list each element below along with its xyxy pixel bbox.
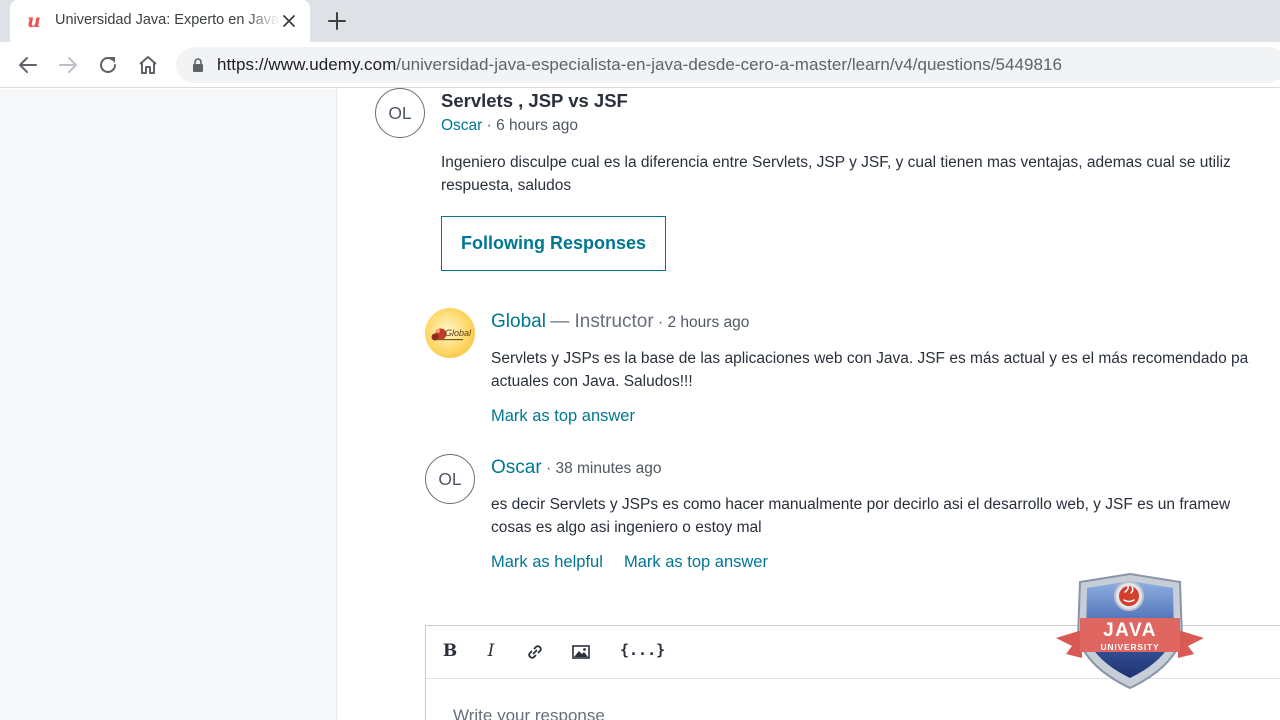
question-body-line: respuesta, saludos [441,177,572,194]
question-body: Ingeniero disculpe cual es la diferencia… [441,151,1231,197]
global-logo-text: Global [445,328,472,338]
forward-arrow-icon[interactable] [56,53,80,77]
image-icon[interactable] [571,641,591,663]
response-author-avatar[interactable]: OL [425,454,475,504]
mark-as-top-answer-link[interactable]: Mark as top answer [491,407,635,426]
url-host: https://www.udemy.com [217,55,397,74]
question-author-avatar[interactable]: OL [375,88,425,138]
italic-icon[interactable]: I [484,641,498,663]
question-time: · 6 hours ago [486,117,578,134]
mark-as-helpful-link[interactable]: Mark as helpful [491,553,603,572]
udemy-favicon-icon: u [27,10,41,32]
new-tab-icon[interactable] [326,10,348,32]
browser-toolbar: https://www.udemy.com/universidad-java-e… [0,42,1280,88]
url-path: /universidad-java-especialista-en-java-d… [396,55,1063,74]
response-time: · 38 minutes ago [546,460,662,477]
response-body-line: actuales con Java. Saludos!!! [491,373,693,390]
back-arrow-icon[interactable] [16,53,40,77]
close-tab-icon[interactable] [280,12,298,30]
global-logo-avatar[interactable]: Global [425,308,475,358]
question-title: Servlets , JSP vs JSF [441,90,628,111]
bold-icon[interactable]: B [441,641,459,663]
response-1-meta: Global — Instructor · 2 hours ago [491,311,749,333]
response-1-body: Servlets y JSPs es la base de las aplica… [491,347,1248,393]
response-body-line: Servlets y JSPs es la base de las aplica… [491,350,1249,367]
question-meta: Oscar · 6 hours ago [441,117,578,135]
link-icon[interactable] [525,641,545,663]
response-time: · 2 hours ago [658,314,750,331]
response-body-line: cosas es algo asi ingeniero o estoy mal [491,519,762,536]
lock-icon[interactable] [191,58,205,72]
response-author-link[interactable]: Oscar [491,457,542,478]
response-body-line: es decir Servlets y JSPs es como hacer m… [491,496,1231,513]
response-input[interactable]: Write your response [453,706,605,720]
mark-as-top-answer-link[interactable]: Mark as top answer [624,553,768,572]
browser-tab[interactable]: u Universidad Java: Experto en Java [10,0,310,42]
java-university-watermark-logo: JAVA UNIVERSITY [1056,572,1204,690]
url-text: https://www.udemy.com/universidad-java-e… [217,55,1062,75]
response-2-meta: Oscar · 38 minutes ago [491,457,661,479]
code-block-icon[interactable]: {...} [620,641,665,663]
tab-title: Universidad Java: Experto en Java [55,12,280,28]
watermark-subtitle: UNIVERSITY [1100,642,1159,652]
left-sidebar [0,89,337,720]
response-2-body: es decir Servlets y JSPs es como hacer m… [491,493,1230,539]
browser-tab-strip: u Universidad Java: Experto en Java [0,0,1280,42]
global-logo-icon: Global [431,328,472,341]
instructor-role: — Instructor [550,311,654,332]
question-author-link[interactable]: Oscar [441,117,482,134]
watermark-title: JAVA [1103,620,1157,641]
home-icon[interactable] [136,53,160,77]
following-responses-button[interactable]: Following Responses [441,216,666,271]
reload-icon[interactable] [96,53,120,77]
address-bar[interactable]: https://www.udemy.com/universidad-java-e… [176,47,1280,83]
question-body-line: Ingeniero disculpe cual es la diferencia… [441,154,1231,171]
response-author-link[interactable]: Global [491,311,546,332]
